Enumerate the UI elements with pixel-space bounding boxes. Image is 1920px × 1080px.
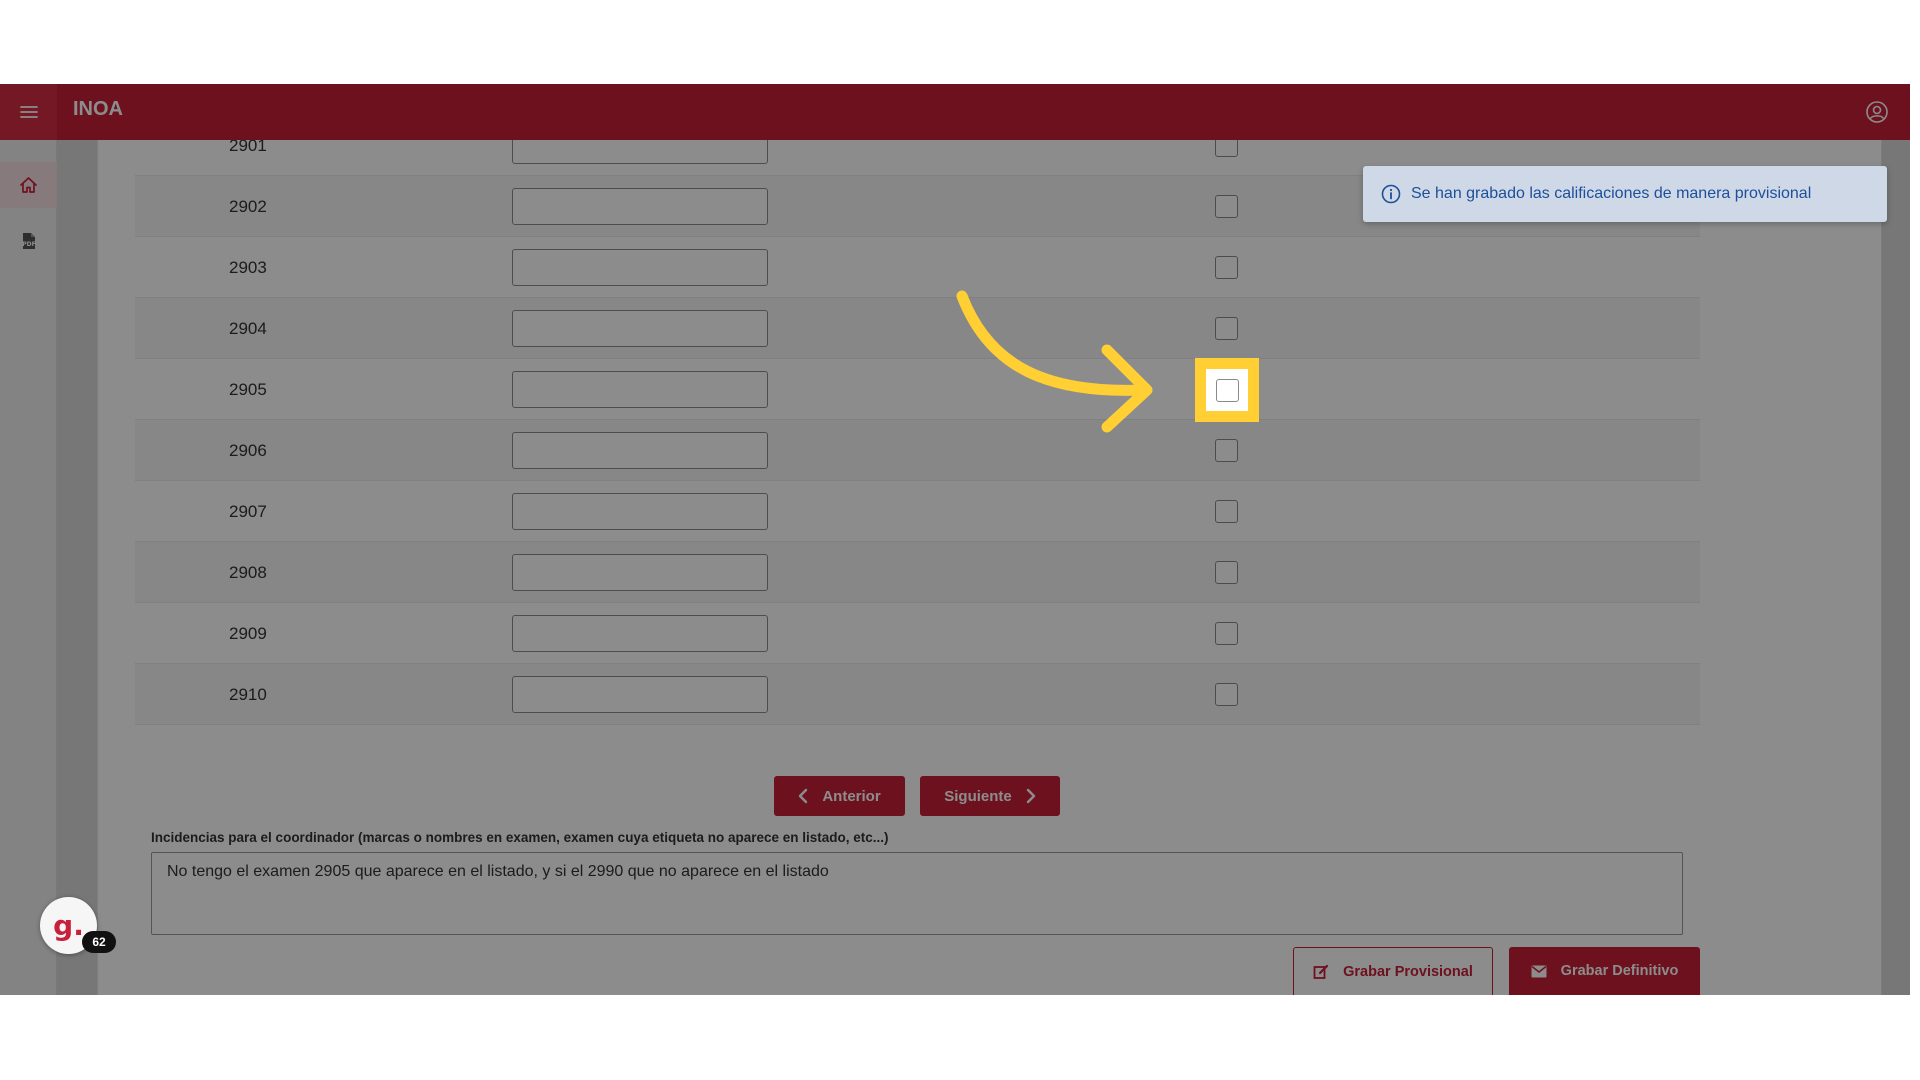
app-viewport: 2901 2902 2903 2904 2905 2906 2907 2908 2909 2910… [0,84,1910,995]
absent-checkbox[interactable] [1215,500,1238,523]
table-row: 2905 [135,359,1700,420]
table-row: 2904 [135,298,1700,359]
sidebar-item-home[interactable] [0,162,57,208]
highlight-spotlight [1206,369,1248,411]
incidencias-textarea[interactable]: No tengo el examen 2905 que aparece en e… [151,852,1683,935]
grade-input[interactable] [512,554,768,591]
exam-number: 2906 [229,441,267,460]
table-row: 2907 [135,481,1700,542]
home-icon [20,177,37,193]
grades-panel: 2901 2902 2903 2904 2905 2906 2907 2908 2909 2910… [97,127,1882,995]
save-provisional-label: Grabar Provisional [1343,963,1473,980]
table-row: 2909 [135,603,1700,664]
hamburger-menu-icon [19,106,38,118]
incidencias-label: Incidencias para el coordinador (marcas … [151,830,889,845]
chevron-right-icon [1026,788,1035,804]
sidebar-item-pdf[interactable]: PDF [0,218,57,264]
assistant-logo: g. [53,909,84,942]
table-row: 2903 [135,237,1700,298]
next-button[interactable]: Siguiente [920,776,1060,816]
user-circle-icon [1866,101,1888,123]
absent-checkbox[interactable] [1215,622,1238,645]
grade-input[interactable] [512,310,768,347]
absent-checkbox[interactable] [1215,561,1238,584]
previous-button[interactable]: Anterior [774,776,905,816]
row-2905-checkbox-highlighted[interactable] [1216,379,1239,402]
header-dim-overlay [0,84,1910,140]
exam-number: 2902 [229,197,267,216]
absent-checkbox[interactable] [1215,195,1238,218]
absent-checkbox[interactable] [1215,683,1238,706]
edit-icon [1313,964,1329,979]
table-row: 2908 [135,542,1700,603]
top-bar: INOA [0,84,1910,140]
info-icon [1381,184,1401,204]
exam-number: 2908 [229,563,267,582]
exam-number: 2909 [229,624,267,643]
grade-input[interactable] [512,249,768,286]
notification-toast: Se han grabado las calificaciones de man… [1363,166,1887,222]
table-row: 2906 [135,420,1700,481]
menu-button[interactable] [0,84,57,140]
grade-input[interactable] [512,615,768,652]
grade-input[interactable] [512,493,768,530]
grade-input[interactable] [512,432,768,469]
table-row: 2910 [135,664,1700,725]
next-label: Siguiente [944,787,1012,805]
envelope-icon [1531,965,1547,977]
save-provisional-button[interactable]: Grabar Provisional [1293,947,1493,995]
tutorial-arrow-icon [956,290,1153,433]
highlight-frame [1195,358,1259,422]
previous-label: Anterior [822,787,881,805]
save-final-button[interactable]: Grabar Definitivo [1509,947,1700,995]
grade-input[interactable] [512,371,768,408]
sidebar: PDF [0,140,57,995]
exam-number: 2910 [229,685,267,704]
user-account-button[interactable] [1865,100,1889,124]
grade-input[interactable] [512,676,768,713]
assistant-badge: 62 [82,931,116,953]
toast-message: Se han grabado las calificaciones de man… [1411,185,1812,202]
save-final-label: Grabar Definitivo [1560,963,1679,979]
app-title: INOA [73,98,123,120]
exam-number: 2904 [229,319,267,338]
absent-checkbox[interactable] [1215,439,1238,462]
exam-number: 2905 [229,380,267,399]
chevron-left-icon [799,788,808,804]
exam-number: 2907 [229,502,267,521]
exam-number: 2903 [229,258,267,277]
absent-checkbox[interactable] [1215,317,1238,340]
pdf-file-icon: PDF [22,233,35,249]
svg-text:PDF: PDF [22,241,35,248]
absent-checkbox[interactable] [1215,256,1238,279]
grade-input[interactable] [512,188,768,225]
